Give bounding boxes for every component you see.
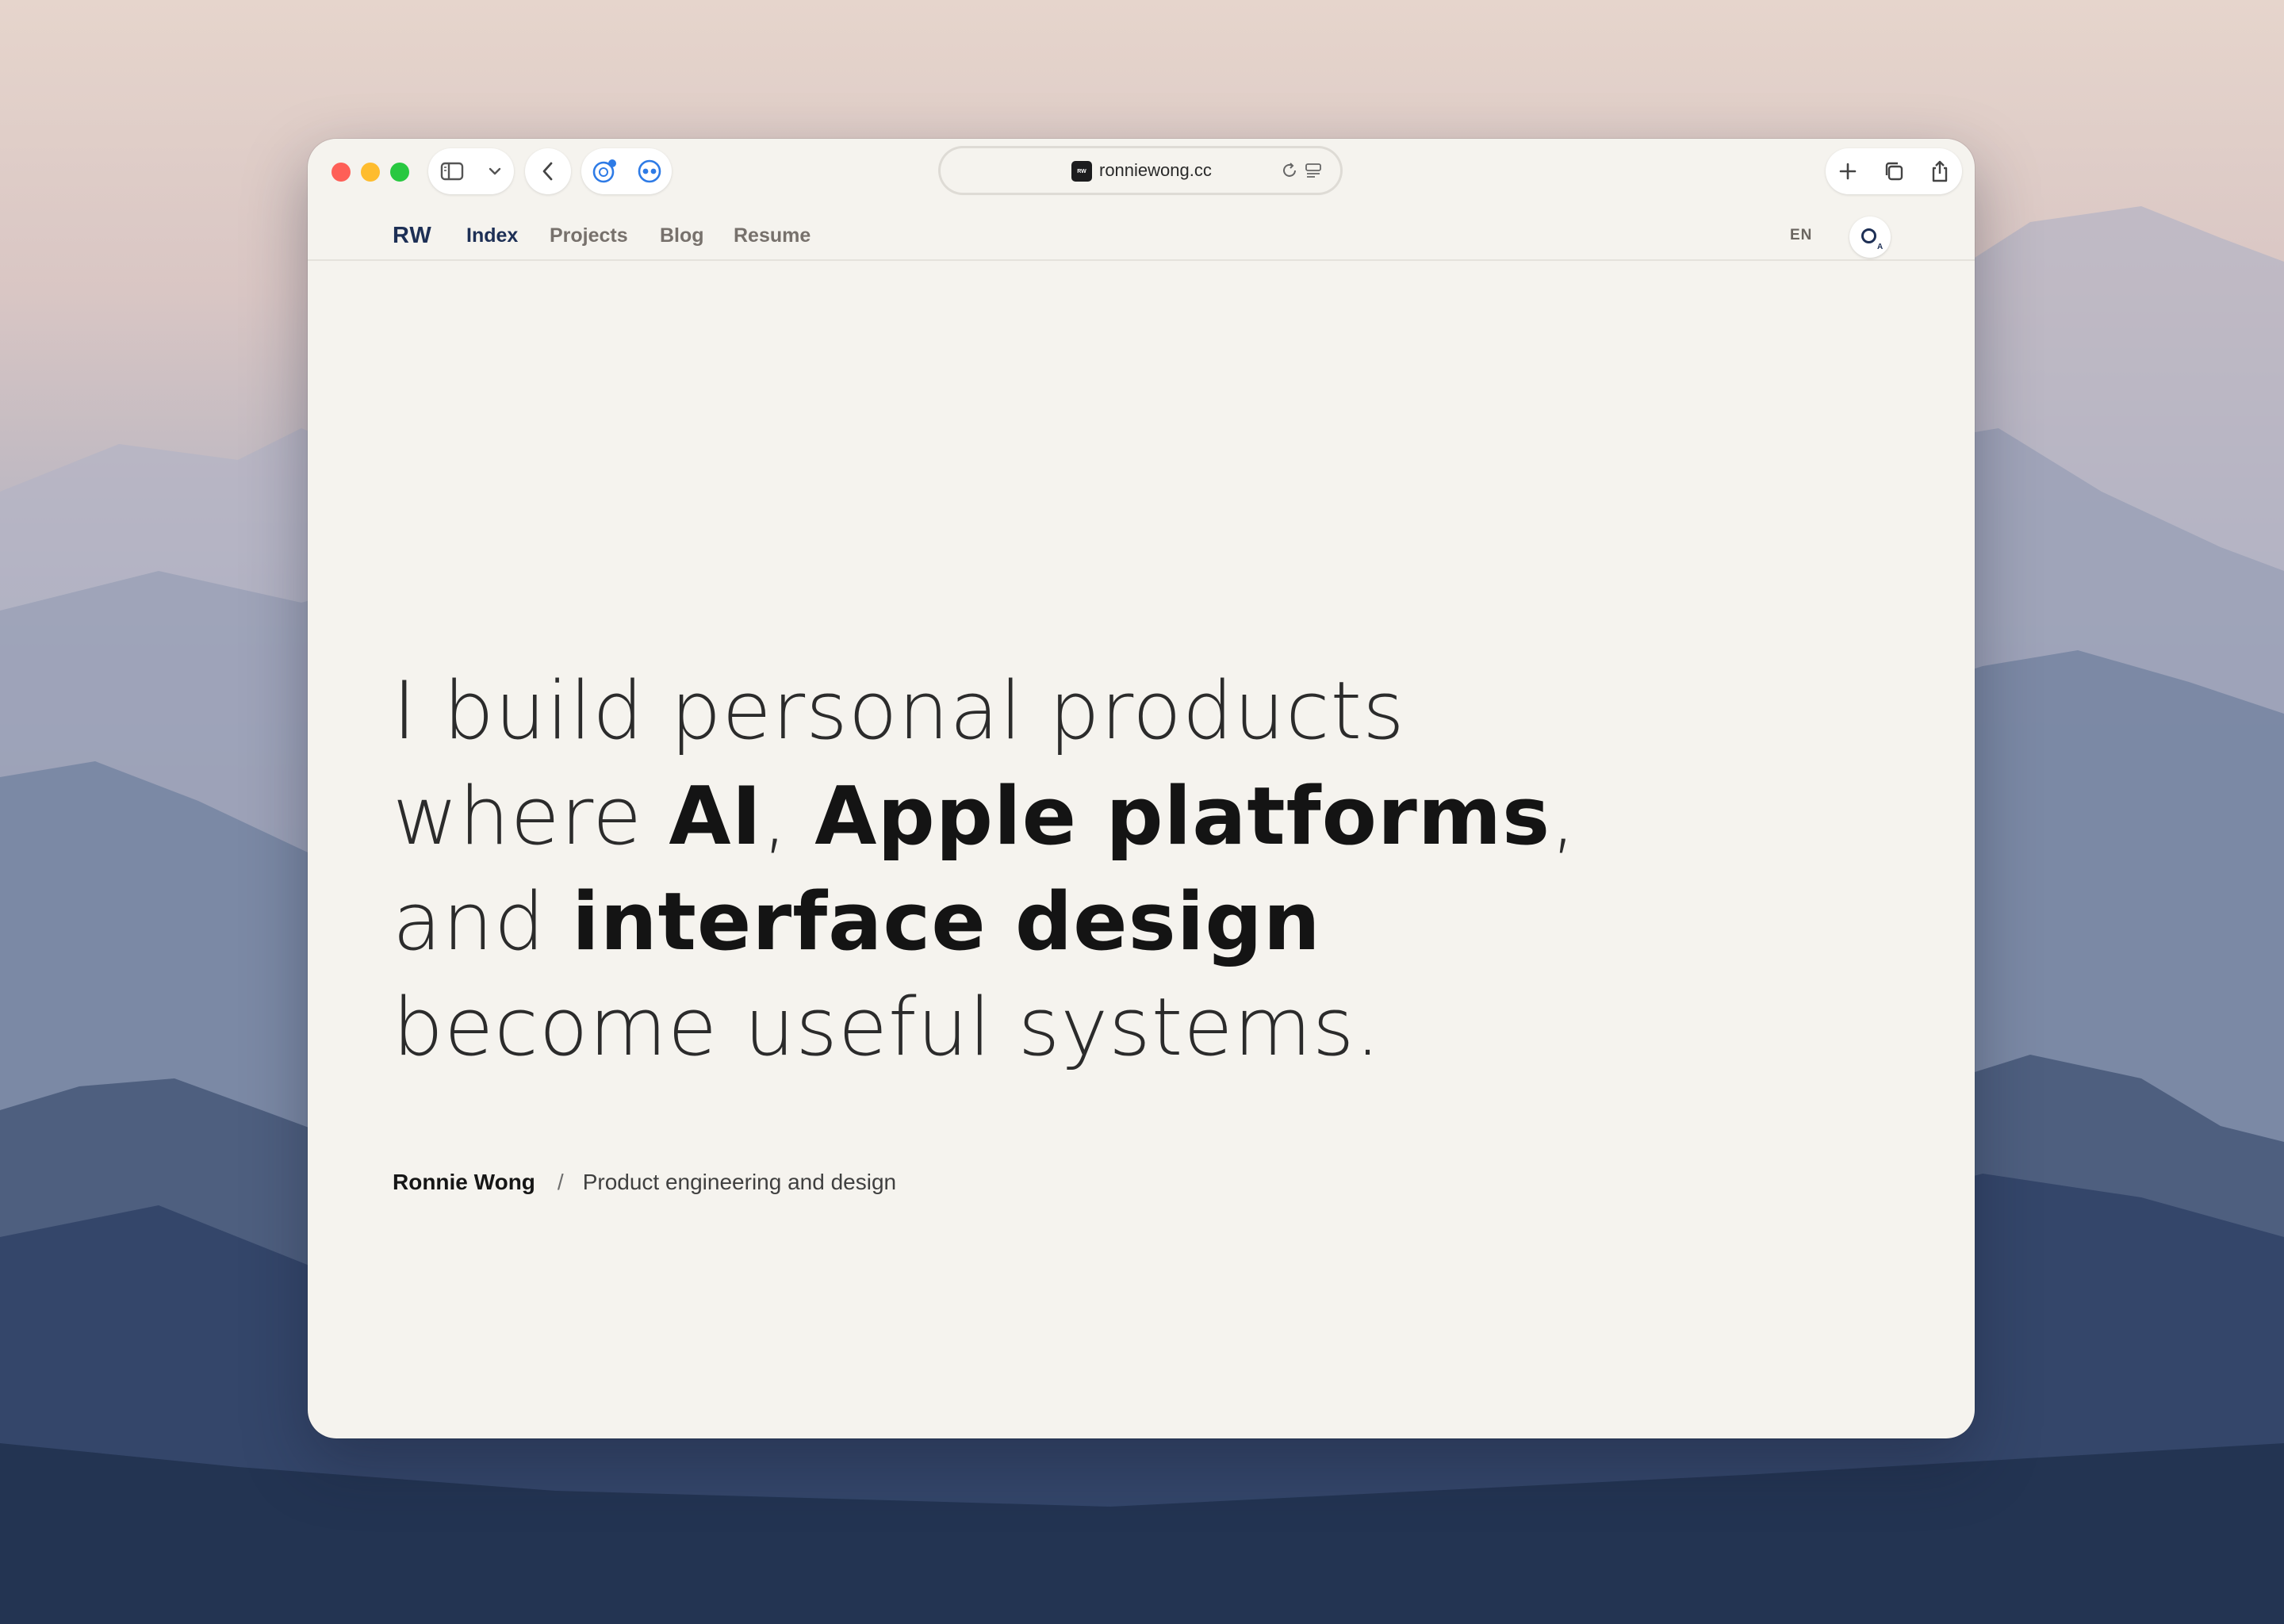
share-icon[interactable] — [1930, 159, 1950, 183]
close-window-button[interactable] — [331, 163, 351, 182]
site-logo[interactable]: RW — [393, 223, 432, 249]
url-text: ronniewong.cc — [1099, 160, 1212, 180]
address-bar[interactable]: RW ronniewong.cc — [941, 148, 1340, 193]
hero-text: , — [1550, 769, 1577, 863]
minimize-window-button[interactable] — [361, 163, 380, 182]
extensions-group — [581, 148, 672, 194]
reload-icon[interactable] — [1280, 161, 1299, 180]
extension-icon[interactable] — [591, 158, 618, 185]
hero-headline: I build personal products where AI, Appl… — [393, 658, 1661, 1080]
language-switcher[interactable]: EN — [1790, 227, 1812, 244]
signature-separator: / — [557, 1170, 564, 1194]
hero-emphasis: Apple platforms — [814, 769, 1551, 863]
browser-window: RW ronniewong.cc RW Index Projects Blog — [308, 139, 1975, 1438]
hero-line-3: and interface design — [393, 869, 1661, 975]
theme-toggle-button[interactable]: A — [1849, 216, 1891, 258]
nav-blog-link[interactable]: Blog — [660, 224, 704, 247]
site-navigation: RW Index Projects Blog Resume EN A — [308, 204, 1975, 261]
theme-auto-badge: A — [1877, 243, 1884, 251]
browser-toolbar: RW ronniewong.cc — [308, 139, 1975, 204]
back-button[interactable] — [525, 148, 571, 194]
hero-line-2: where AI, Apple platforms, — [393, 764, 1661, 869]
hero-text: where — [393, 769, 669, 863]
extension-eyes-icon[interactable] — [636, 158, 663, 185]
hero-emphasis: AI — [669, 769, 763, 863]
author-name: Ronnie Wong — [393, 1170, 535, 1194]
new-tab-icon[interactable] — [1838, 161, 1858, 182]
theme-toggle-icon — [1861, 228, 1876, 243]
tabs-overview-icon[interactable] — [1883, 160, 1905, 182]
reader-icon[interactable] — [1304, 161, 1323, 180]
browser-actions-group — [1826, 148, 1962, 194]
back-icon — [542, 161, 554, 182]
hero-line-4: become useful systems. — [393, 980, 1382, 1074]
hero-text: , — [762, 769, 815, 863]
sidebar-toggle-button[interactable] — [428, 148, 514, 194]
chevron-down-icon[interactable] — [488, 167, 502, 176]
nav-projects-link[interactable]: Projects — [550, 224, 628, 247]
author-signature: Ronnie Wong / Product engineering and desi… — [393, 1170, 896, 1195]
zoom-window-button[interactable] — [390, 163, 409, 182]
nav-resume-link[interactable]: Resume — [734, 224, 811, 247]
hero-line-1: I build personal products — [393, 664, 1405, 757]
sidebar-icon — [440, 162, 464, 181]
hero-emphasis: interface design — [572, 875, 1321, 968]
hero-text: and — [393, 875, 573, 968]
nav-index-link[interactable]: Index — [466, 224, 518, 247]
site-favicon: RW — [1071, 161, 1092, 182]
author-role: Product engineering and design — [582, 1170, 897, 1194]
